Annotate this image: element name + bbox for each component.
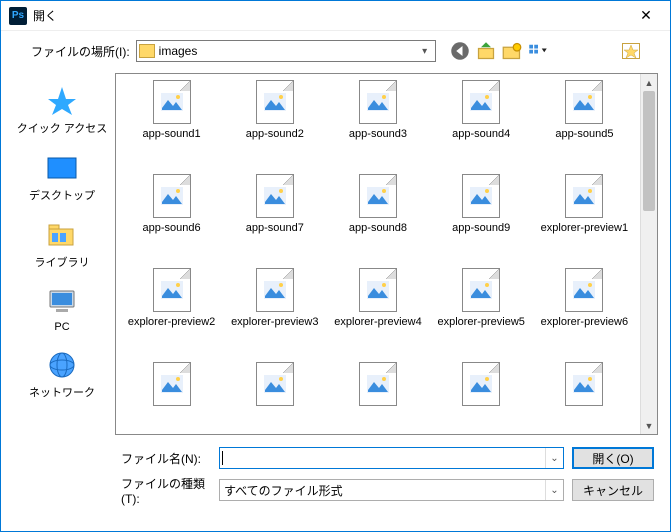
image-file-icon (256, 362, 294, 406)
scroll-track[interactable] (641, 91, 657, 417)
image-file-icon (359, 80, 397, 124)
image-file-icon (565, 174, 603, 218)
file-list[interactable]: app-sound1app-sound2app-sound3app-sound4… (116, 74, 640, 434)
image-file-icon (565, 268, 603, 312)
up-icon[interactable] (476, 41, 496, 61)
file-label: app-sound4 (431, 128, 531, 140)
back-icon[interactable] (450, 41, 470, 61)
desktop-icon (46, 152, 78, 184)
file-item[interactable]: explorer-preview5 (431, 266, 531, 360)
file-item[interactable]: explorer-preview1 (534, 172, 634, 266)
network-icon (46, 349, 78, 381)
location-label: ファイルの場所(I): (31, 43, 130, 60)
file-item[interactable]: app-sound7 (225, 172, 325, 266)
file-item[interactable] (122, 360, 222, 434)
file-label: explorer-preview4 (328, 316, 428, 328)
filename-label: ファイル名(N): (121, 450, 211, 467)
quick-access-icon (46, 85, 78, 117)
sidebar-desktop[interactable]: デスクトップ (9, 146, 115, 213)
cancel-button[interactable]: キャンセル (572, 479, 654, 501)
image-file-icon (153, 362, 191, 406)
scrollbar[interactable]: ▲ ▼ (640, 74, 657, 434)
file-label: app-sound5 (534, 128, 634, 140)
file-item[interactable]: app-sound5 (534, 78, 634, 172)
image-file-icon (565, 362, 603, 406)
file-item[interactable] (225, 360, 325, 434)
file-item[interactable] (431, 360, 531, 434)
file-label: explorer-preview3 (225, 316, 325, 328)
chevron-down-icon[interactable]: ▾ (417, 46, 433, 57)
file-item[interactable]: app-sound3 (328, 78, 428, 172)
app-icon: Ps (9, 7, 27, 25)
image-file-icon (153, 268, 191, 312)
libraries-icon (46, 219, 78, 251)
file-label: explorer-preview5 (431, 316, 531, 328)
image-file-icon (359, 362, 397, 406)
pc-icon (46, 286, 78, 318)
places-sidebar: クイック アクセス デスクトップ ライブラリ PC ネットワーク (9, 73, 115, 435)
image-file-icon (359, 174, 397, 218)
image-file-icon (256, 174, 294, 218)
location-value: images (159, 44, 417, 58)
extra-icon[interactable] (622, 43, 640, 59)
location-combo[interactable]: images ▾ (136, 40, 436, 62)
file-label: app-sound8 (328, 222, 428, 234)
file-label: app-sound2 (225, 128, 325, 140)
file-item[interactable]: app-sound2 (225, 78, 325, 172)
sidebar-pc[interactable]: PC (9, 280, 115, 343)
image-file-icon (153, 174, 191, 218)
folder-icon (139, 44, 155, 58)
open-button[interactable]: 開く(O) (572, 447, 654, 469)
image-file-icon (153, 80, 191, 124)
file-label: explorer-preview1 (534, 222, 634, 234)
file-item[interactable]: explorer-preview6 (534, 266, 634, 360)
file-item[interactable]: app-sound4 (431, 78, 531, 172)
window-title: 開く (33, 7, 624, 24)
file-label: app-sound6 (122, 222, 222, 234)
new-folder-icon[interactable] (502, 41, 522, 61)
file-item[interactable]: app-sound8 (328, 172, 428, 266)
scroll-down-icon[interactable]: ▼ (641, 417, 657, 434)
image-file-icon (565, 80, 603, 124)
file-label: app-sound3 (328, 128, 428, 140)
file-item[interactable] (534, 360, 634, 434)
image-file-icon (462, 268, 500, 312)
sidebar-network[interactable]: ネットワーク (9, 343, 115, 410)
file-item[interactable]: explorer-preview2 (122, 266, 222, 360)
file-label: app-sound7 (225, 222, 325, 234)
view-menu-icon[interactable] (528, 41, 548, 61)
file-item[interactable]: explorer-preview3 (225, 266, 325, 360)
image-file-icon (256, 80, 294, 124)
scroll-thumb[interactable] (643, 91, 655, 211)
chevron-down-icon[interactable]: ⌄ (545, 480, 563, 500)
filetype-combo[interactable]: すべてのファイル形式 ⌄ (219, 479, 564, 501)
image-file-icon (359, 268, 397, 312)
filetype-label: ファイルの種類(T): (121, 475, 211, 506)
file-label: explorer-preview2 (122, 316, 222, 328)
chevron-down-icon[interactable]: ⌄ (545, 448, 563, 468)
file-item[interactable]: app-sound9 (431, 172, 531, 266)
image-file-icon (462, 80, 500, 124)
image-file-icon (256, 268, 294, 312)
file-item[interactable]: app-sound6 (122, 172, 222, 266)
image-file-icon (462, 174, 500, 218)
scroll-up-icon[interactable]: ▲ (641, 74, 657, 91)
close-button[interactable]: ✕ (624, 1, 668, 31)
file-label: explorer-preview6 (534, 316, 634, 328)
sidebar-libraries[interactable]: ライブラリ (9, 213, 115, 280)
file-item[interactable]: app-sound1 (122, 78, 222, 172)
file-label: app-sound9 (431, 222, 531, 234)
file-item[interactable] (328, 360, 428, 434)
file-item[interactable]: explorer-preview4 (328, 266, 428, 360)
filename-input[interactable]: ⌄ (219, 447, 564, 469)
file-label: app-sound1 (122, 128, 222, 140)
image-file-icon (462, 362, 500, 406)
sidebar-quick-access[interactable]: クイック アクセス (9, 79, 115, 146)
